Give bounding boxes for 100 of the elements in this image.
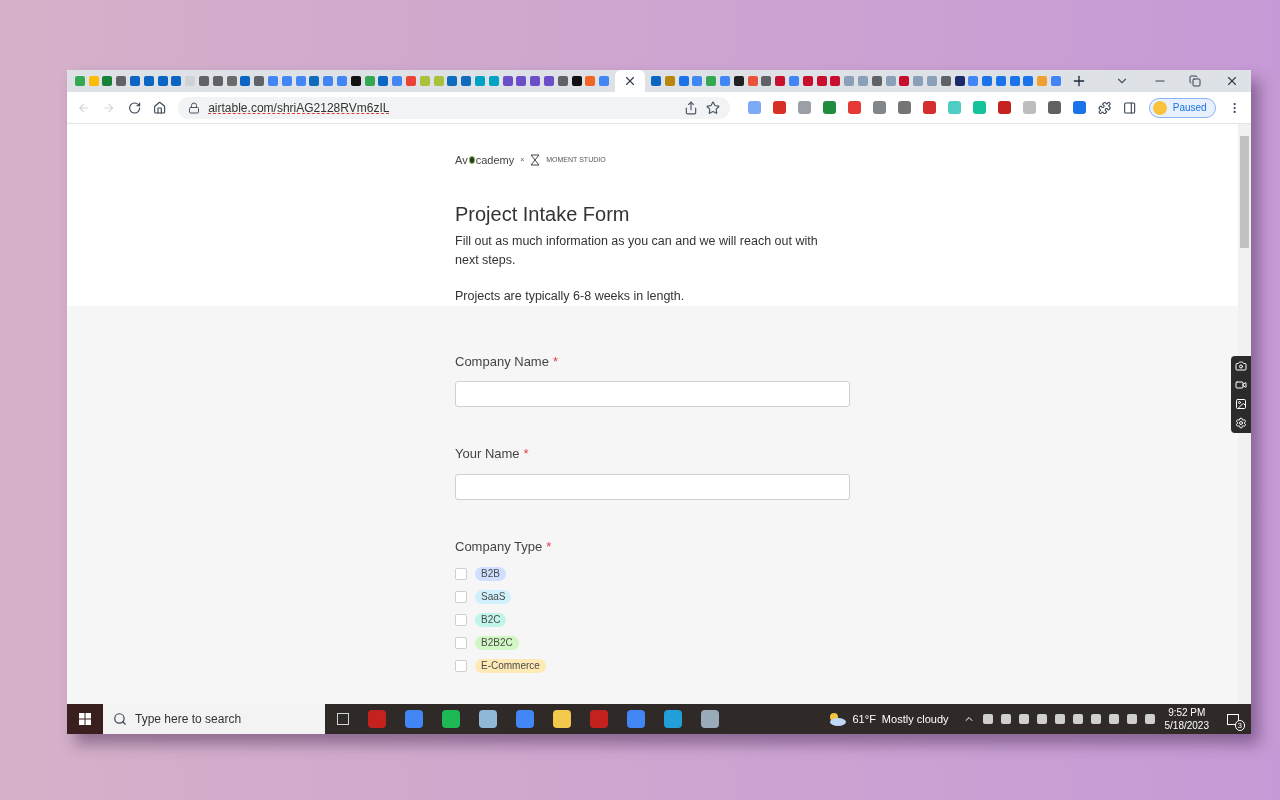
favicon-icon — [857, 76, 868, 86]
taskbar-app-icon[interactable] — [442, 710, 460, 728]
tray-icon[interactable] — [1054, 714, 1065, 724]
checkbox[interactable] — [455, 637, 467, 649]
favicon-icon — [830, 76, 841, 86]
checkbox[interactable] — [455, 660, 467, 672]
taskbar-app-icon[interactable] — [479, 710, 497, 728]
required-asterisk: * — [546, 537, 552, 556]
favicon-icon — [995, 76, 1006, 86]
favicon-icon — [557, 76, 568, 86]
required-asterisk: * — [523, 445, 529, 463]
option-tag: SaaS — [475, 590, 512, 604]
search-icon — [113, 712, 127, 726]
favicon-icon — [74, 76, 85, 86]
favicon-icon — [871, 76, 882, 86]
tray-icon[interactable] — [1090, 714, 1101, 724]
favicon-icon — [571, 76, 582, 86]
taskbar-app-icon[interactable] — [664, 710, 682, 728]
favicon-icon — [664, 76, 675, 86]
favicon-icon — [281, 76, 292, 86]
text-field[interactable] — [455, 381, 850, 407]
share-icon[interactable] — [684, 100, 699, 115]
restore-icon[interactable] — [1189, 75, 1201, 87]
lock-icon — [188, 101, 201, 114]
field-label: Company Type — [455, 537, 543, 556]
task-view-icon[interactable] — [337, 713, 349, 725]
extension-icon[interactable] — [898, 101, 912, 114]
tray-icon[interactable] — [1126, 714, 1137, 724]
hourglass-icon — [530, 154, 541, 167]
address-bar[interactable]: airtable.com/shriAG2128RVm6zIL — [178, 96, 731, 119]
taskbar-app-icon[interactable] — [590, 710, 608, 728]
extension-icon[interactable] — [873, 101, 887, 114]
settings-icon[interactable] — [1235, 417, 1247, 429]
favicon-icon — [1051, 76, 1062, 86]
camera-icon[interactable] — [1235, 360, 1247, 372]
tray-icon[interactable] — [982, 714, 993, 724]
field-label: Company Name — [455, 352, 549, 371]
tray-icon[interactable] — [1072, 714, 1083, 724]
form-description: Fill out as much information as you can and we will reach out with next steps. — [455, 232, 819, 269]
favicon-icon — [461, 76, 472, 86]
tray-icon[interactable] — [1000, 714, 1011, 724]
favicon-icon — [350, 76, 361, 86]
taskbar-search[interactable]: Type here to search — [103, 704, 325, 734]
checkbox[interactable] — [455, 568, 467, 580]
extension-icon[interactable] — [773, 101, 787, 114]
favicon-icon — [585, 76, 596, 86]
favicon-icon — [968, 76, 979, 86]
favicon-icon — [240, 76, 251, 86]
browser-tab[interactable] — [615, 70, 646, 92]
checkbox[interactable] — [455, 614, 467, 626]
temperature: 61°F — [852, 711, 876, 727]
extension-icon[interactable] — [1073, 101, 1087, 114]
bookmark-star-icon[interactable] — [706, 100, 721, 115]
avatar-icon — [1152, 100, 1167, 115]
favicon-icon — [788, 76, 799, 86]
favicon-icon — [364, 76, 375, 86]
text-field[interactable] — [455, 473, 850, 500]
taskbar-app-icon[interactable] — [405, 710, 423, 728]
extension-icon[interactable] — [823, 101, 837, 114]
profile-button[interactable]: Paused — [1148, 97, 1216, 118]
tray-icon[interactable] — [1144, 714, 1155, 724]
extension-icon[interactable] — [923, 101, 937, 114]
extensions-icon[interactable] — [1098, 100, 1112, 115]
extension-icon[interactable] — [798, 101, 812, 114]
favicon-icon — [419, 76, 430, 86]
home-icon[interactable] — [152, 100, 167, 115]
favicon-icon — [143, 76, 154, 86]
side-panel-icon[interactable] — [1123, 100, 1137, 115]
tray-icon[interactable] — [1036, 714, 1047, 724]
favicon-icon — [747, 76, 758, 86]
tray-icon[interactable] — [1018, 714, 1029, 724]
url-text: airtable.com/shriAG2128RVm6zIL — [208, 99, 390, 117]
favicon-icon — [650, 76, 661, 86]
form-description: Projects are typically 6-8 weeks in length. — [455, 287, 686, 305]
scrollbar-thumb[interactable] — [1240, 136, 1249, 248]
search-placeholder: Type here to search — [135, 711, 242, 728]
notifications-button[interactable]: 3 — [1223, 709, 1243, 729]
favicon-icon — [88, 76, 99, 86]
taskbar-app-icon[interactable] — [553, 710, 571, 728]
option-tag: E-Commerce — [475, 659, 546, 673]
taskbar-app-icon[interactable] — [701, 710, 719, 728]
favicon-icon — [447, 76, 458, 86]
taskbar-app-icon[interactable] — [516, 710, 534, 728]
new-tab-icon[interactable] — [1071, 73, 1087, 89]
reload-icon[interactable] — [127, 100, 141, 115]
extension-icon[interactable] — [1048, 101, 1062, 114]
extension-icon[interactable] — [998, 101, 1012, 114]
required-asterisk: * — [552, 352, 558, 371]
image-icon[interactable] — [1235, 398, 1247, 410]
video-icon[interactable] — [1235, 379, 1247, 391]
close-icon[interactable] — [1225, 74, 1239, 88]
favicon-icon — [885, 76, 896, 86]
favicon-icon — [199, 76, 210, 86]
taskbar-app-icon[interactable] — [627, 710, 645, 728]
favicon-icon — [212, 76, 223, 86]
tray-icon[interactable] — [1108, 714, 1119, 724]
taskbar-app-icon[interactable] — [368, 710, 386, 728]
extension-icon[interactable] — [848, 101, 862, 114]
checkbox[interactable] — [455, 591, 467, 603]
start-button[interactable] — [67, 704, 103, 734]
